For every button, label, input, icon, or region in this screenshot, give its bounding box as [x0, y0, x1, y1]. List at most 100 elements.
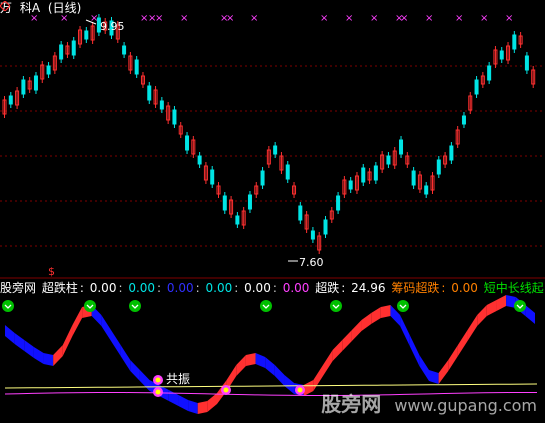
- price-grid: [0, 65, 545, 247]
- candle-body: [84, 30, 89, 40]
- indicator-band-segment: [323, 350, 333, 376]
- candle-body: [222, 195, 227, 211]
- indicator-band-segment: [419, 355, 429, 381]
- candle-body: [235, 215, 240, 225]
- candle-body: [399, 139, 404, 155]
- indicator-band-segment: [284, 375, 295, 394]
- green-dot: [514, 300, 526, 312]
- indicator-band-segment: [255, 353, 266, 368]
- cross-mark: ×: [226, 13, 234, 24]
- candle-body: [336, 195, 341, 211]
- candle-body: [386, 155, 391, 165]
- short-long-label: 短中长线起: [483, 281, 544, 295]
- value-2: 0.00: [128, 281, 156, 295]
- value-3: 0.00: [166, 281, 194, 295]
- indicator-band-segment: [139, 370, 150, 391]
- indicator-band-segment: [168, 390, 179, 406]
- green-dot: [2, 300, 14, 312]
- indicator-band-segment: [486, 300, 497, 316]
- value-1: 0.00: [89, 281, 117, 295]
- cross-mark: ×: [250, 13, 258, 24]
- resonance-dot-center: [155, 377, 161, 383]
- chouma-value: 0.00: [451, 281, 478, 295]
- indicator-band-segment: [371, 307, 381, 324]
- indicator-band-segment: [236, 355, 246, 376]
- candle-body: [247, 194, 252, 210]
- candle-body: [285, 164, 290, 180]
- candle-body: [210, 169, 215, 185]
- candle-body: [46, 65, 51, 75]
- resonance-dot-center: [155, 389, 161, 395]
- candle-body: [134, 59, 139, 75]
- indicator-band-segment: [265, 357, 275, 376]
- candle-body: [197, 155, 202, 165]
- chaodie-label: 超跌: [315, 281, 340, 295]
- indicator-band-segment: [53, 345, 63, 366]
- candle-body: [172, 109, 177, 125]
- indicator-band-segment: [467, 315, 478, 341]
- resonance-label: 共振: [166, 372, 190, 386]
- indicator-band-segment: [197, 401, 208, 414]
- indicator-band-segment: [62, 325, 73, 356]
- candle-body: [449, 145, 454, 161]
- high-price-label: 9.95: [100, 20, 125, 33]
- chaodiezhu-label: 超跌柱: [41, 281, 78, 295]
- indicator-band-segment: [477, 305, 487, 326]
- candle-body: [524, 55, 529, 71]
- indicator-band-segment: [429, 370, 439, 384]
- green-dot: [129, 300, 141, 312]
- indicator-band-segment: [178, 395, 189, 411]
- candle-body: [298, 205, 303, 221]
- candle-body: [323, 219, 328, 235]
- indicator-band-segment: [245, 353, 256, 366]
- indicator-band-segment: [207, 393, 217, 412]
- indicator-band-segment: [188, 400, 198, 414]
- candle-body: [348, 180, 353, 190]
- candle-body: [373, 165, 378, 181]
- indicator-band-segment: [274, 365, 285, 386]
- cross-mark: ×: [505, 13, 513, 24]
- candlesticks: [2, 14, 536, 254]
- chouma-label: 筹码超跌: [391, 281, 440, 295]
- value-6: 0.00: [282, 281, 310, 295]
- resonance-dot-center: [223, 387, 229, 393]
- kline-chart[interactable]: × × × × ×× × ×× × × × × ×× × × × × 9.95 7.60 $ 共振: [0, 0, 545, 423]
- indicator-band-segment: [438, 360, 449, 384]
- low-price-label: 7.60: [299, 256, 324, 269]
- green-dot: [397, 300, 409, 312]
- candle-body: [474, 79, 479, 95]
- candle-body: [310, 230, 315, 240]
- candle-body: [361, 167, 366, 183]
- cross-mark: ×: [345, 13, 353, 24]
- candle-body: [424, 185, 429, 195]
- cross-mark: ×: [400, 13, 408, 24]
- candle-body: [159, 100, 164, 110]
- s-marker: $: [48, 265, 55, 278]
- indicator-band-segment: [24, 340, 34, 358]
- indicator-header: 股旁网 超跌柱: 0.00: 0.00: 0.00: 0.00: 0.00: 0…: [0, 281, 544, 295]
- resonance-dot-center: [297, 387, 303, 393]
- candle-body: [273, 145, 278, 155]
- candle-body: [461, 115, 466, 125]
- indicator-band-segment: [14, 333, 25, 351]
- watermark-url: www.gupang.com: [394, 396, 537, 415]
- green-dot: [330, 300, 342, 312]
- watermark: 股旁网 www.gupang.com: [321, 388, 537, 417]
- indicator-band-segment: [457, 330, 468, 356]
- candle-body: [487, 65, 492, 81]
- green-dot: [84, 300, 96, 312]
- candle-body: [185, 135, 190, 151]
- cross-mark: ×: [180, 13, 188, 24]
- candle-body: [21, 79, 26, 95]
- candle-body: [71, 40, 76, 56]
- candle-body: [59, 44, 64, 60]
- indicator-band-segment: [525, 305, 535, 324]
- candle-body: [260, 170, 265, 186]
- indicator-band-segment: [361, 313, 372, 331]
- candle-body: [499, 50, 504, 60]
- cross-mark: ×: [370, 13, 378, 24]
- indicator-band-segment: [303, 380, 314, 396]
- indicator-band-segment: [33, 347, 44, 364]
- indicator-band-segment: [43, 353, 54, 366]
- cross-mark: ×: [320, 13, 328, 24]
